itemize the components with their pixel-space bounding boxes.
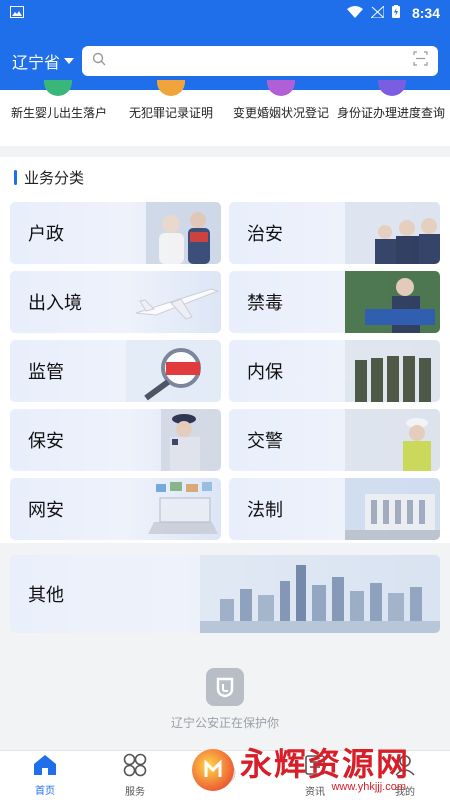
search-icon: [92, 52, 106, 71]
status-time: 8:34: [411, 5, 440, 21]
liaoning-police-logo-icon: [206, 668, 244, 706]
category-internal-security[interactable]: 内保: [229, 340, 440, 402]
wifi-icon: [346, 5, 363, 21]
airplane-photo: [135, 288, 220, 320]
watermark-logo-icon: [192, 749, 234, 791]
gallery-notification-icon: [10, 5, 24, 21]
scan-icon[interactable]: [413, 51, 428, 71]
category-label: 保安: [28, 431, 64, 451]
quick-item-marital-status[interactable]: 变更婚姻状况登记: [233, 104, 329, 121]
category-public-security[interactable]: 治安: [229, 202, 440, 264]
magnifier-photo: [126, 340, 221, 402]
building-photo: [345, 478, 440, 540]
search-row: 辽宁省: [0, 46, 450, 76]
laptop-photo: [148, 482, 218, 534]
grid-icon: [123, 753, 147, 780]
section-title: 业务分类: [24, 169, 85, 187]
quick-item-icon: [44, 80, 72, 96]
watermark-title: 永辉资源网: [240, 746, 411, 782]
security-guard-photo: [161, 409, 221, 471]
category-label: 其他: [28, 585, 64, 605]
category-label: 网安: [28, 500, 64, 520]
search-input[interactable]: [112, 53, 413, 69]
quick-item-icon: [378, 80, 406, 96]
tab-label: 服务: [125, 787, 145, 798]
category-other[interactable]: 其他: [10, 555, 440, 633]
home-icon: [33, 754, 57, 779]
anti-drug-photo: [345, 271, 440, 333]
category-label: 户政: [28, 224, 64, 244]
household-photo: [146, 202, 221, 264]
protect-text: 辽宁公安正在保护你: [170, 716, 279, 730]
quick-services: 新生婴儿出生落户 无犯罪记录证明 变更婚姻状况登记 身份证办理进度查询: [0, 80, 450, 146]
top-header: 8:34 辽宁省: [0, 0, 450, 90]
protect-footer: 辽宁公安正在保护你: [0, 668, 450, 731]
city-skyline-photo: [200, 555, 440, 633]
quick-item-icon: [267, 80, 295, 96]
tab-services[interactable]: 服务: [90, 751, 180, 800]
battery-charging-icon: [391, 5, 400, 21]
category-label: 监管: [28, 362, 64, 382]
category-security-guard[interactable]: 保安: [10, 409, 221, 471]
search-box[interactable]: [82, 46, 438, 76]
region-label: 辽宁省: [12, 55, 61, 72]
traffic-police-photo: [345, 409, 440, 471]
police-team-photo: [345, 340, 440, 402]
category-anti-drug[interactable]: 禁毒: [229, 271, 440, 333]
region-selector[interactable]: 辽宁省: [12, 49, 75, 73]
no-signal-icon: [369, 4, 385, 21]
category-label: 治安: [247, 224, 283, 244]
section-header: 业务分类: [0, 157, 450, 197]
category-supervision[interactable]: 监管: [10, 340, 221, 402]
status-bar: 8:34: [0, 0, 450, 26]
watermark: 永辉资源网 www.yhkjjj.com: [192, 746, 442, 794]
section-accent-bar: [14, 169, 17, 185]
quick-item-id-card-progress[interactable]: 身份证办理进度查询: [337, 104, 445, 121]
category-traffic-police[interactable]: 交警: [229, 409, 440, 471]
tab-home[interactable]: 首页: [0, 751, 90, 800]
quick-item-birth-registration[interactable]: 新生婴儿出生落户: [11, 104, 107, 121]
caret-down-icon: [64, 58, 75, 64]
category-label: 禁毒: [247, 293, 283, 313]
category-legal[interactable]: 法制: [229, 478, 440, 540]
category-label: 交警: [247, 431, 283, 451]
category-label: 内保: [247, 362, 283, 382]
category-cyber-security[interactable]: 网安: [10, 478, 221, 540]
quick-item-no-criminal-record[interactable]: 无犯罪记录证明: [129, 104, 213, 121]
police-officers-photo: [345, 202, 440, 264]
quick-item-icon: [157, 80, 185, 96]
category-label: 出入境: [28, 293, 82, 313]
category-household[interactable]: 户政: [10, 202, 221, 264]
watermark-url: www.yhkjjj.com: [331, 781, 407, 793]
tab-label: 首页: [35, 786, 55, 797]
category-section: 业务分类 户政 治安 出入境 禁毒 监管 内保 保安 交警 网安 法制: [0, 157, 450, 543]
category-immigration[interactable]: 出入境: [10, 271, 221, 333]
category-label: 法制: [247, 500, 283, 520]
